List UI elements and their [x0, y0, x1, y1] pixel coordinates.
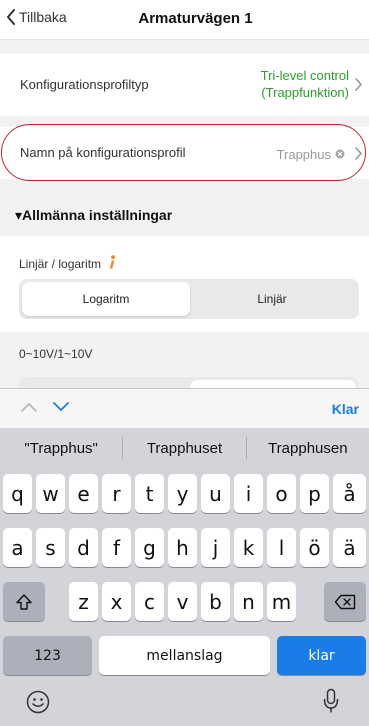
segment-logaritm[interactable]: Logaritm [22, 282, 190, 316]
key-s[interactable]: s [36, 528, 65, 567]
shift-key[interactable] [3, 582, 45, 621]
key-r[interactable]: r [102, 474, 131, 513]
info-icon[interactable] [107, 255, 116, 270]
profile-type-row[interactable]: Konfigurationsprofiltyp Tri-level contro… [0, 54, 369, 116]
key-d[interactable]: d [69, 528, 98, 567]
key-a[interactable]: a [3, 528, 32, 567]
profile-type-value-line2: (Trappfunktion) [261, 85, 349, 100]
return-key[interactable]: klar [277, 636, 366, 675]
key-v[interactable]: v [168, 582, 197, 621]
microphone-icon[interactable] [323, 688, 339, 714]
key-row-3: z x c v b n m [0, 582, 369, 621]
space-key[interactable]: mellanslag [99, 636, 270, 675]
key-ae[interactable]: ä [333, 528, 366, 567]
key-oe[interactable]: ö [300, 528, 329, 567]
key-w[interactable]: w [36, 474, 65, 513]
chevron-right-icon [355, 78, 363, 91]
chevron-down-icon[interactable] [52, 401, 70, 413]
key-y[interactable]: y [168, 474, 197, 513]
segment-linjar[interactable]: Linjär [188, 282, 356, 316]
keyboard: Klar "Trapphus" Trapphuset Trapphusen q … [0, 388, 369, 726]
key-t[interactable]: t [135, 474, 164, 513]
key-l[interactable]: l [267, 528, 296, 567]
section-header[interactable]: ▾Allmänna inställningar [0, 196, 369, 236]
numbers-key[interactable]: 123 [3, 636, 92, 675]
key-f[interactable]: f [102, 528, 131, 567]
chevron-up-icon[interactable] [20, 401, 38, 413]
key-m[interactable]: m [267, 582, 296, 621]
key-i[interactable]: i [234, 474, 263, 513]
shift-icon [16, 593, 32, 610]
voltage-label: 0~10V/1~10V [19, 347, 93, 361]
suggestion-item[interactable]: Trapphusen [247, 440, 369, 457]
key-u[interactable]: u [201, 474, 230, 513]
emoji-icon[interactable] [26, 690, 50, 714]
suggestion-item[interactable]: Trapphuset [123, 440, 245, 457]
key-row-1: q w e r t y u i o p å [0, 474, 369, 513]
linear-log-segmented-control: Logaritm Linjär [19, 279, 359, 319]
keyboard-bottom-bar [0, 678, 369, 726]
key-q[interactable]: q [3, 474, 32, 513]
backspace-icon [334, 594, 356, 609]
suggestion-bar: "Trapphus" Trapphuset Trapphusen [0, 428, 369, 468]
page-title: Armaturvägen 1 [138, 10, 253, 27]
key-z[interactable]: z [69, 582, 98, 621]
profile-type-label: Konfigurationsprofiltyp [20, 77, 149, 92]
navigation-bar: Tillbaka Armaturvägen 1 [0, 0, 369, 40]
key-b[interactable]: b [201, 582, 230, 621]
key-n[interactable]: n [234, 582, 263, 621]
key-k[interactable]: k [234, 528, 263, 567]
key-aa[interactable]: å [333, 474, 366, 513]
keyboard-accessory-bar: Klar [0, 388, 369, 428]
key-h[interactable]: h [168, 528, 197, 567]
key-row-4: 123 mellanslag klar [0, 636, 369, 675]
key-g[interactable]: g [135, 528, 164, 567]
key-x[interactable]: x [102, 582, 131, 621]
key-e[interactable]: e [69, 474, 98, 513]
key-p[interactable]: p [300, 474, 329, 513]
backspace-key[interactable] [324, 582, 366, 621]
key-o[interactable]: o [267, 474, 296, 513]
linear-log-label: Linjär / logaritm [19, 253, 116, 271]
key-row-2: a s d f g h j k l ö ä [0, 528, 369, 567]
section-title: ▾Allmänna inställningar [15, 207, 173, 223]
profile-type-value: Tri-level control (Trappfunktion) [261, 67, 349, 101]
key-j[interactable]: j [201, 528, 230, 567]
profile-type-value-line1: Tri-level control [260, 68, 349, 83]
suggestion-item[interactable]: "Trapphus" [0, 440, 122, 457]
key-c[interactable]: c [135, 582, 164, 621]
done-button[interactable]: Klar [332, 401, 359, 417]
highlight-outline [1, 124, 366, 181]
